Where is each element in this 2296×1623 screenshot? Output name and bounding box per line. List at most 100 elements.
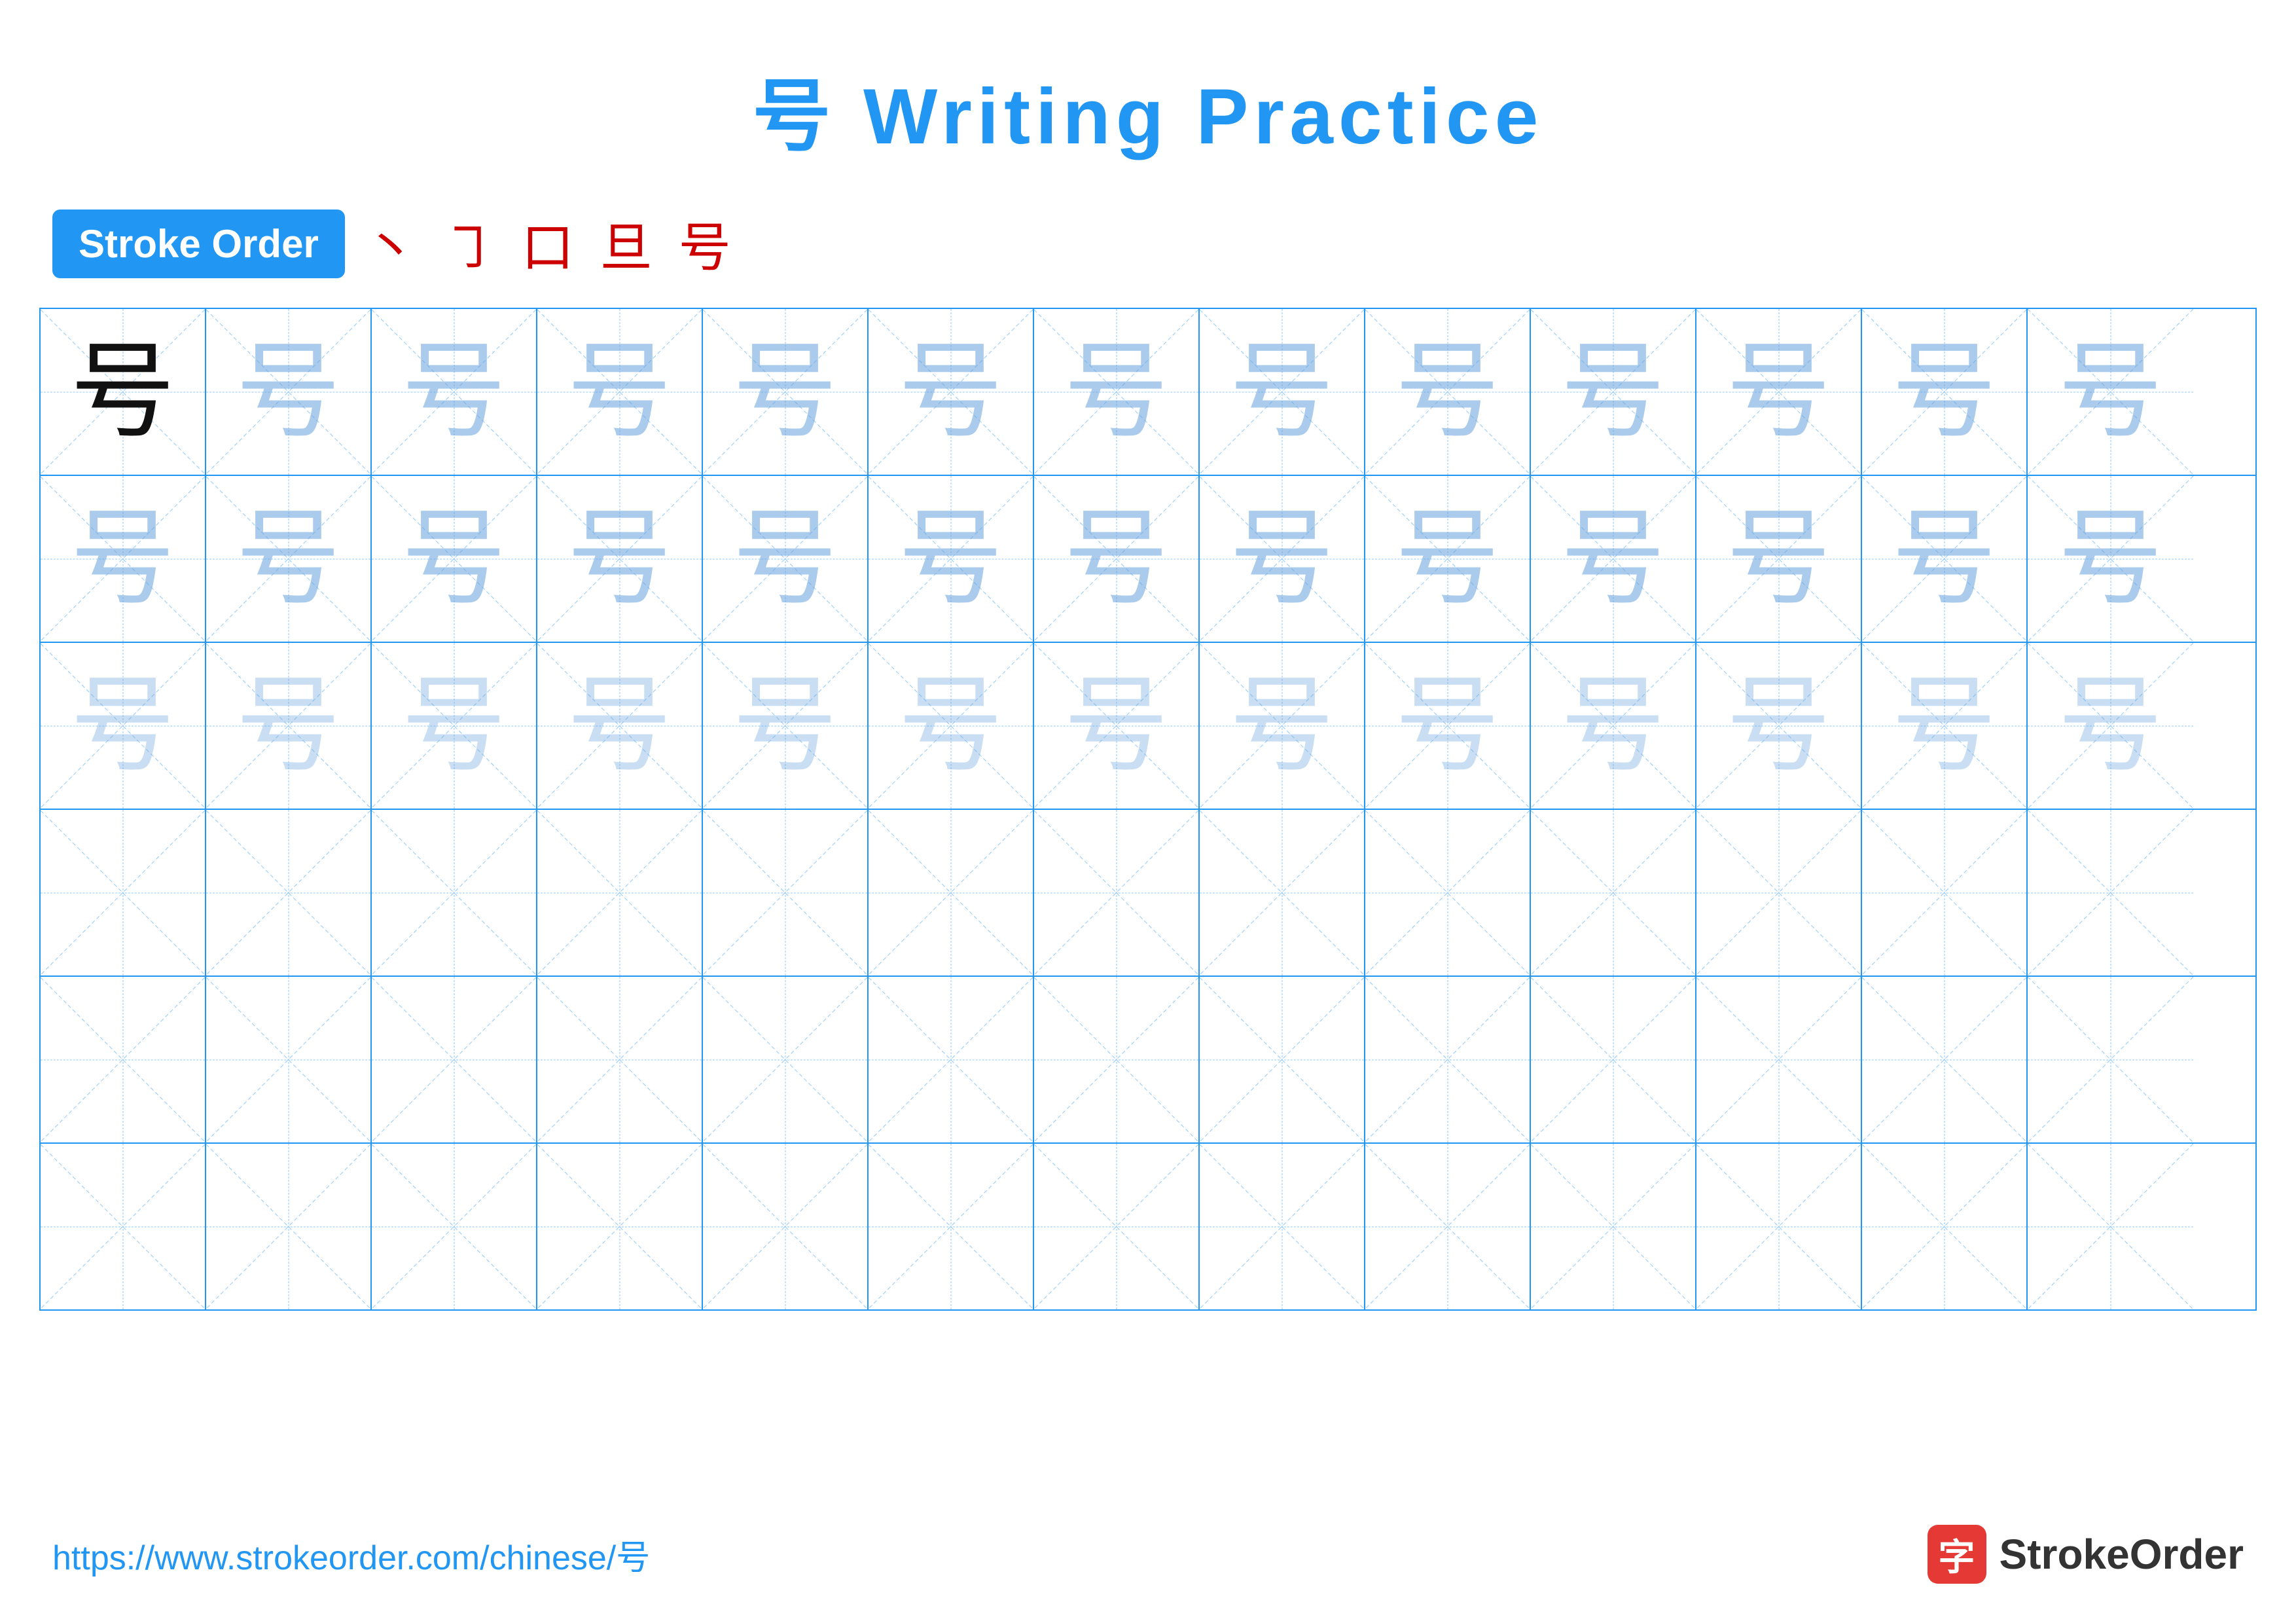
grid-cell[interactable]: 号 [1365,309,1531,475]
grid-cell[interactable] [1696,1144,1862,1309]
grid-cell[interactable] [1034,977,1200,1142]
grid-cell[interactable] [1200,1144,1365,1309]
practice-char: 号 [1064,507,1168,611]
grid-cell[interactable] [869,810,1034,976]
practice-char: 号 [732,507,837,611]
grid-cell[interactable]: 号 [1034,643,1200,809]
grid-cell[interactable]: 号 [206,309,372,475]
grid-cell[interactable]: 号 [1034,309,1200,475]
grid-cell[interactable]: 号 [869,643,1034,809]
grid-cell[interactable]: 号 [2028,309,2193,475]
grid-cell[interactable]: 号 [2028,643,2193,809]
practice-char: 号 [732,674,837,778]
grid-cell[interactable] [2028,1144,2193,1309]
grid-cell[interactable]: 号 [537,476,703,642]
grid-cell[interactable]: 号 [1531,476,1696,642]
practice-char: 号 [567,340,672,445]
grid-cell[interactable] [703,810,869,976]
grid-cell[interactable] [1365,1144,1531,1309]
practice-char: 号 [70,340,175,445]
grid-cell[interactable]: 号 [703,476,869,642]
grid-cell[interactable]: 号 [206,476,372,642]
grid-cell[interactable] [1531,977,1696,1142]
grid-cell[interactable] [869,977,1034,1142]
grid-cell[interactable] [372,810,537,976]
grid-cell[interactable] [41,1144,206,1309]
grid-cell[interactable] [372,977,537,1142]
grid-cell[interactable]: 号 [372,476,537,642]
grid-cell[interactable] [1862,810,2028,976]
practice-char: 号 [1892,507,1996,611]
grid-cell[interactable]: 号 [1365,476,1531,642]
grid-cell[interactable] [206,810,372,976]
practice-char: 号 [236,507,340,611]
grid-cell[interactable] [1365,810,1531,976]
grid-cell[interactable]: 号 [1200,476,1365,642]
practice-char: 号 [1560,340,1665,445]
grid-cell[interactable] [537,810,703,976]
grid-cell[interactable] [1531,810,1696,976]
footer-url: https://www.strokeorder.com/chinese/号 [52,1530,650,1579]
page-title: 号 Writing Practice [0,0,2296,166]
stroke-order-badge: Stroke Order [52,210,345,278]
grid-row [41,1144,2255,1309]
grid-cell[interactable] [206,977,372,1142]
grid-cell[interactable]: 号 [1862,476,2028,642]
grid-cell[interactable] [1365,977,1531,1142]
grid-cell[interactable] [703,1144,869,1309]
practice-char: 号 [898,507,1003,611]
grid-cell[interactable]: 号 [1696,643,1862,809]
grid-cell[interactable]: 号 [41,309,206,475]
grid-cell[interactable] [1862,1144,2028,1309]
grid-cell[interactable]: 号 [372,643,537,809]
grid-cell[interactable] [869,1144,1034,1309]
grid-cell[interactable] [1200,977,1365,1142]
grid-cell[interactable]: 号 [869,476,1034,642]
practice-char: 号 [1229,507,1334,611]
grid-cell[interactable] [1696,810,1862,976]
grid-cell[interactable] [41,977,206,1142]
grid-cell[interactable]: 号 [2028,476,2193,642]
grid-cell[interactable]: 号 [703,643,869,809]
grid-cell[interactable]: 号 [1200,309,1365,475]
grid-cell[interactable]: 号 [1862,309,2028,475]
grid-cell[interactable]: 号 [41,476,206,642]
grid-cell[interactable]: 号 [41,643,206,809]
footer: https://www.strokeorder.com/chinese/号 字 … [52,1525,2244,1584]
grid-cell[interactable] [1862,977,2028,1142]
grid-cell[interactable]: 号 [1034,476,1200,642]
grid-cell[interactable] [2028,810,2193,976]
grid-cell[interactable] [41,810,206,976]
grid-cell[interactable]: 号 [206,643,372,809]
practice-char: 号 [2058,340,2162,445]
grid-cell[interactable]: 号 [537,309,703,475]
grid-cell[interactable] [1531,1144,1696,1309]
grid-cell[interactable]: 号 [372,309,537,475]
practice-char: 号 [1229,340,1334,445]
grid-cell[interactable] [1034,1144,1200,1309]
grid-cell[interactable]: 号 [1531,643,1696,809]
grid-cell[interactable]: 号 [1862,643,2028,809]
grid-cell[interactable]: 号 [537,643,703,809]
grid-cell[interactable]: 号 [1365,643,1531,809]
stroke-3: 口 [522,206,574,282]
grid-cell[interactable]: 号 [1200,643,1365,809]
grid-cell[interactable] [2028,977,2193,1142]
grid-cell[interactable] [372,1144,537,1309]
grid-cell[interactable]: 号 [1531,309,1696,475]
practice-char: 号 [2058,674,2162,778]
brand-name: StrokeOrder [2000,1530,2244,1578]
grid-cell[interactable]: 号 [1696,476,1862,642]
grid-cell[interactable] [1034,810,1200,976]
practice-char: 号 [236,674,340,778]
grid-cell[interactable] [537,1144,703,1309]
practice-char: 号 [732,340,837,445]
grid-cell[interactable] [206,1144,372,1309]
grid-cell[interactable] [537,977,703,1142]
grid-cell[interactable]: 号 [1696,309,1862,475]
grid-cell[interactable] [1200,810,1365,976]
grid-cell[interactable]: 号 [869,309,1034,475]
grid-cell[interactable] [703,977,869,1142]
grid-cell[interactable] [1696,977,1862,1142]
grid-cell[interactable]: 号 [703,309,869,475]
